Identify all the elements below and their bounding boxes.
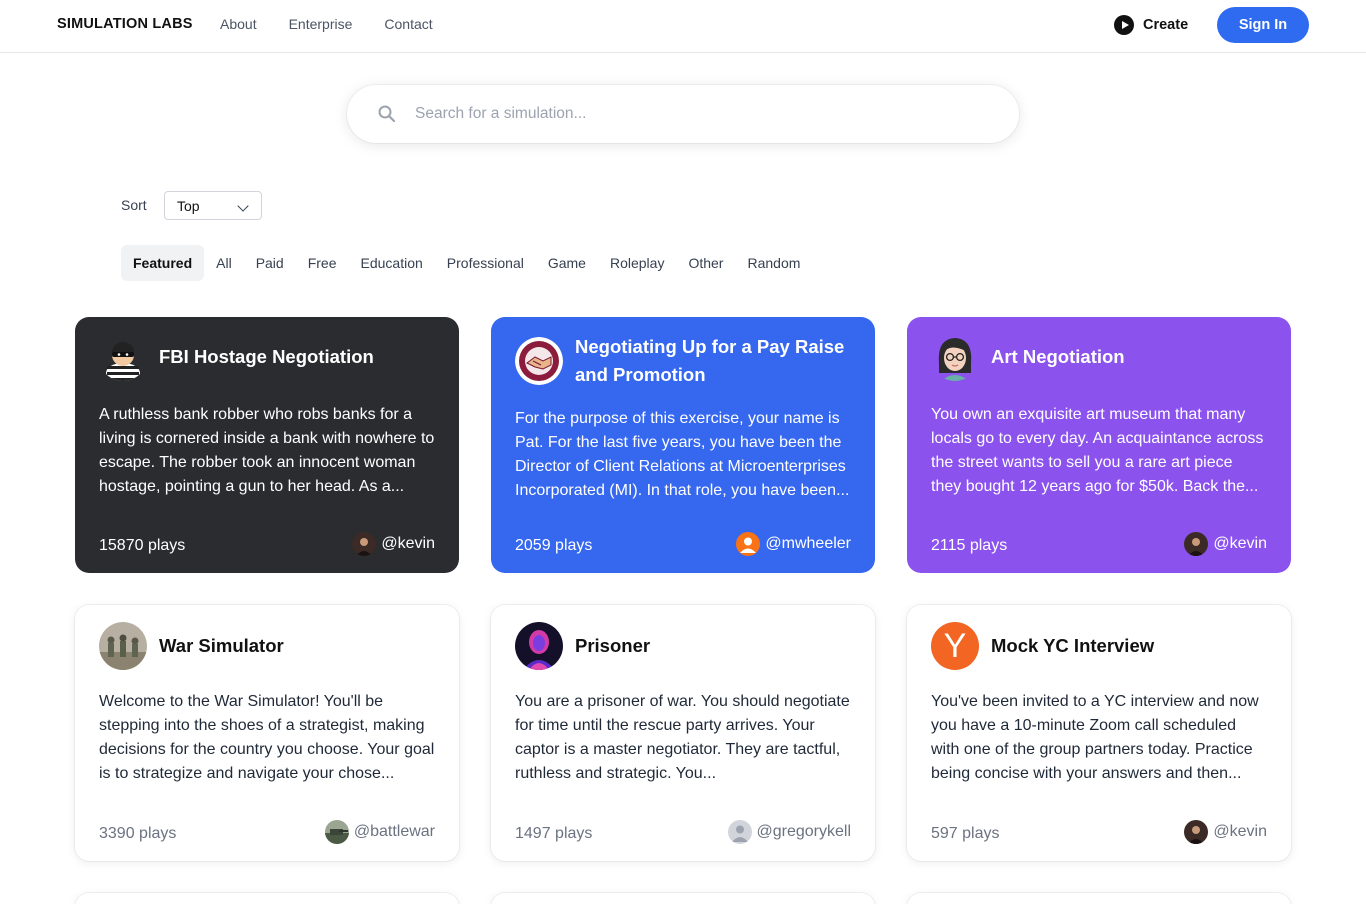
search-icon: [378, 105, 396, 123]
author-name: @battlewar: [353, 823, 435, 840]
author-avatar: [727, 820, 752, 844]
card-description: You've been invited to a YC interview an…: [931, 693, 1259, 782]
simulation-card[interactable]: Negotiating Up for a Pay Raise and Promo…: [491, 317, 875, 573]
nav-about-link[interactable]: About: [220, 16, 257, 32]
author-name: @kevin: [1213, 535, 1267, 552]
author-name: @kevin: [381, 535, 435, 552]
simulation-card[interactable]: FBI Hostage Negotiation A ruthless bank …: [75, 317, 459, 573]
search-input[interactable]: [415, 85, 995, 143]
tab-roleplay[interactable]: Roleplay: [598, 245, 676, 281]
tab-free[interactable]: Free: [296, 245, 349, 281]
tab-game[interactable]: Game: [536, 245, 598, 281]
tab-other[interactable]: Other: [676, 245, 735, 281]
card-title: War Simulator: [159, 635, 284, 656]
play-count: 3390 plays: [99, 825, 177, 842]
y-logo-avatar-icon: Y: [931, 622, 979, 670]
card-title: Prisoner: [575, 635, 651, 656]
author-link[interactable]: @battlewar: [324, 820, 435, 844]
card-title: Art Negotiation: [991, 346, 1125, 367]
play-count: 597 plays: [931, 825, 1000, 842]
tab-education[interactable]: Education: [349, 245, 435, 281]
card-description: A ruthless bank robber who robs banks fo…: [99, 406, 435, 495]
card-description: You are a prisoner of war. You should ne…: [515, 693, 850, 782]
soldiers-avatar-icon: [99, 622, 147, 670]
sort-label: Sort: [121, 197, 147, 213]
author-name: @kevin: [1213, 823, 1267, 840]
nav-enterprise-link[interactable]: Enterprise: [289, 16, 353, 32]
search-bar: [347, 85, 1019, 143]
card-description: You own an exquisite art museum that man…: [931, 406, 1264, 495]
nav-contact-link[interactable]: Contact: [384, 16, 432, 32]
play-count: 15870 plays: [99, 537, 186, 554]
tab-paid[interactable]: Paid: [244, 245, 296, 281]
card-description: For the purpose of this exercise, your n…: [515, 410, 850, 499]
top-header: SIMULATION LABS About Enterprise Contact…: [0, 0, 1366, 53]
author-avatar: [1184, 820, 1209, 844]
play-count: 1497 plays: [515, 825, 593, 842]
simulation-card[interactable]: [907, 893, 1291, 904]
main-nav: About Enterprise Contact: [220, 16, 433, 32]
tab-all[interactable]: All: [204, 245, 244, 281]
card-description: Welcome to the War Simulator! You'll be …: [99, 693, 435, 782]
simulation-card[interactable]: [75, 893, 459, 904]
sort-dropdown[interactable]: Top: [164, 191, 262, 220]
author-link[interactable]: @kevin: [1184, 820, 1267, 844]
author-link[interactable]: @kevin: [352, 532, 435, 556]
sort-selected-value: Top: [177, 197, 200, 214]
play-circle-icon: [1114, 15, 1134, 35]
simulation-card[interactable]: Y Mock YC Interview You've been invited …: [907, 605, 1291, 861]
author-avatar: [736, 532, 761, 556]
chevron-down-icon: [237, 200, 249, 212]
simulation-card[interactable]: Prisoner You are a prisoner of war. You …: [491, 605, 875, 861]
play-count: 2059 plays: [515, 537, 593, 554]
author-avatar: [352, 532, 377, 556]
card-title: Negotiating Up for a Pay Raise and Promo…: [575, 336, 845, 385]
create-label: Create: [1143, 17, 1189, 33]
handshake-avatar-icon: [515, 337, 563, 385]
author-link[interactable]: @gregorykell: [727, 820, 852, 844]
author-link[interactable]: @kevin: [1184, 532, 1267, 556]
tab-professional[interactable]: Professional: [435, 245, 536, 281]
brand-logo[interactable]: SIMULATION LABS: [57, 16, 193, 32]
author-avatar: [1184, 532, 1209, 556]
tab-random[interactable]: Random: [735, 245, 812, 281]
create-button[interactable]: Create: [1114, 15, 1188, 35]
card-title: FBI Hostage Negotiation: [159, 346, 374, 367]
simulation-card[interactable]: Art Negotiation You own an exquisite art…: [907, 317, 1291, 573]
woman-avatar-icon: [931, 333, 979, 381]
author-name: @mwheeler: [765, 535, 851, 552]
author-name: @gregorykell: [756, 823, 852, 840]
author-avatar: [324, 820, 349, 844]
neon-figure-avatar-icon: [515, 622, 563, 670]
card-title: Mock YC Interview: [991, 635, 1155, 656]
play-count: 2115 plays: [931, 537, 1008, 554]
robber-avatar-icon: [99, 333, 147, 381]
category-tabs: Featured All Paid Free Education Profess…: [121, 245, 812, 281]
sign-in-button[interactable]: Sign In: [1217, 7, 1309, 43]
tab-featured[interactable]: Featured: [121, 245, 205, 281]
simulation-card[interactable]: [491, 893, 875, 904]
simulation-card[interactable]: War Simulator Welcome to the War Simulat…: [75, 605, 459, 861]
author-link[interactable]: @mwheeler: [736, 532, 851, 556]
